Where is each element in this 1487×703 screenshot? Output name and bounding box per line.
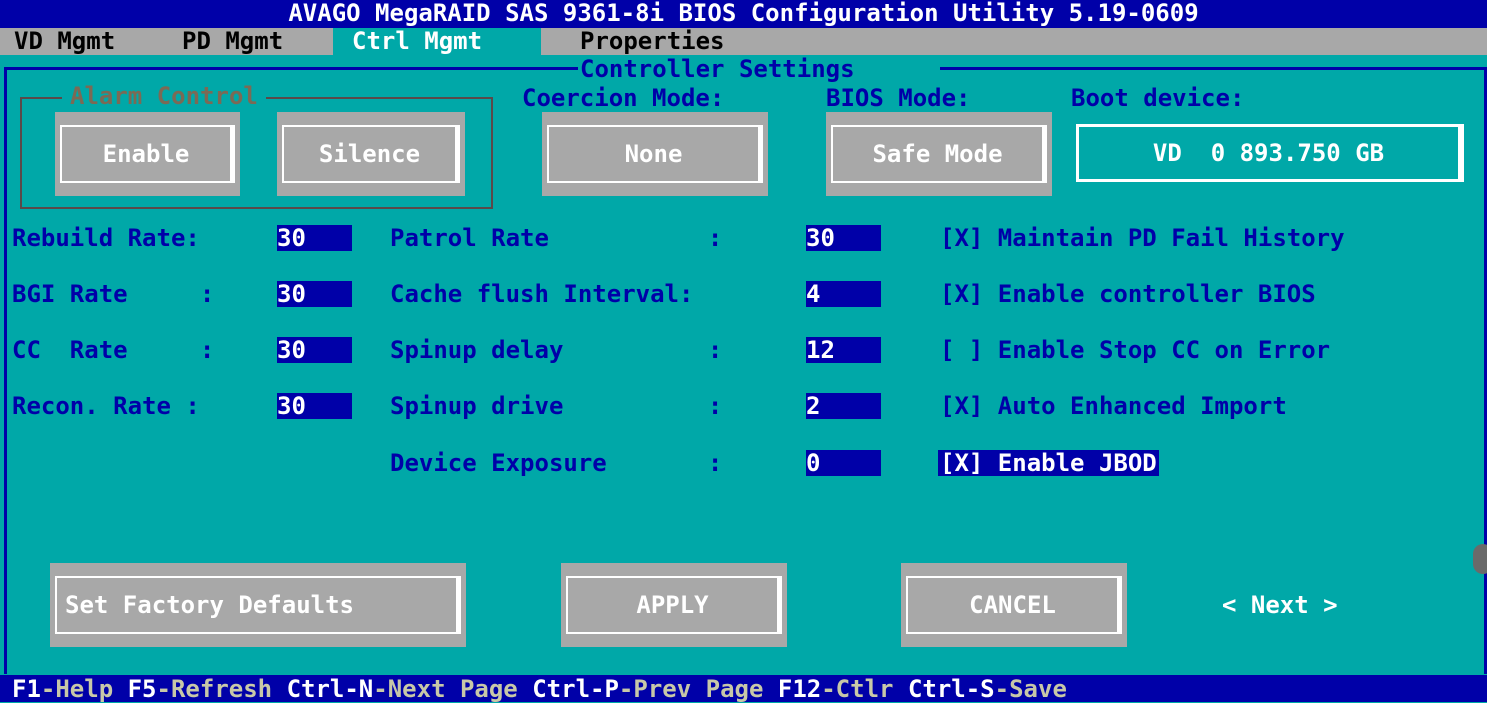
enable-stop-cc-on-error-checkbox[interactable]: [ ] Enable Stop CC on Error [940,338,1330,362]
footer-keys: F1-Help F5-Refresh Ctrl-N-Next Page Ctrl… [12,677,1067,701]
bgi-rate-label: BGI Rate : [12,280,215,308]
mouse-cursor-icon [1473,544,1487,574]
alarm-control-title: Alarm Control [62,84,266,108]
next-button[interactable]: < Next > [1222,593,1338,617]
footer-desc-save: -Save [994,675,1067,703]
footer-key-f12: F12 [777,675,822,703]
tab-properties[interactable]: Properties [580,29,725,53]
footer-desc-next-page: -Next Page [373,675,518,703]
rebuild-rate-label: Rebuild Rate: [12,224,200,252]
footer-key-ctrl-s: Ctrl-S [907,675,995,703]
footer-desc-prev-page: -Prev Page [618,675,764,703]
bios-mode-label: BIOS Mode: [826,84,971,112]
cache-flush-interval-label: Cache flush Interval: [390,280,694,308]
section-title: Controller Settings [580,55,855,83]
footer-key-ctrl-p: Ctrl-P [532,675,619,703]
footer-desc-refresh: -Refresh [156,675,273,703]
set-factory-defaults-button[interactable]: Set Factory Defaults [50,563,466,647]
bios-mode-button[interactable]: Safe Mode [826,112,1052,196]
bios-mode-value: Safe Mode [831,125,1047,183]
footer-key-f5: F5 [127,675,157,703]
boot-device-label: Boot device: [1071,84,1245,112]
auto-enhanced-import-checkbox[interactable]: [X] Auto Enhanced Import [940,394,1287,418]
coercion-mode-value: None [547,125,763,183]
footer-desc-ctlr: -Ctlr [821,675,894,703]
footer-key-f1: F1 [12,675,41,703]
coercion-mode-label: Coercion Mode: [522,84,725,112]
device-exposure-input[interactable]: 0 [806,450,881,476]
patrol-rate-input[interactable]: 30 [806,225,881,251]
recon-rate-input[interactable]: 30 [277,393,352,419]
enable-controller-bios-checkbox[interactable]: [X] Enable controller BIOS [940,282,1316,306]
spinup-delay-input[interactable]: 12 [806,337,881,363]
spinup-drive-input[interactable]: 2 [806,393,881,419]
apply-label: APPLY [566,576,782,634]
enable-jbod-checkbox[interactable]: [X] Enable JBOD [938,450,1159,476]
frame-border-top-right [940,67,1487,70]
tab-ctrl-mgmt[interactable]: Ctrl Mgmt [352,29,482,53]
coercion-mode-button[interactable]: None [542,112,768,196]
device-exposure-label: Device Exposure : [390,449,723,477]
spinup-drive-label: Spinup drive : [390,392,723,420]
bgi-rate-input[interactable]: 30 [277,281,352,307]
tab-vd-mgmt[interactable]: VD Mgmt [14,29,115,53]
cc-rate-label: CC Rate : [12,336,215,364]
alarm-enable-button[interactable]: Enable [55,112,240,196]
frame-border-top-left [4,67,578,70]
frame-border-left [4,68,7,674]
patrol-rate-label: Patrol Rate : [390,224,723,252]
apply-button[interactable]: APPLY [561,563,787,647]
app-title: AVAGO MegaRAID SAS 9361-8i BIOS Configur… [288,0,1199,27]
tab-pd-mgmt[interactable]: PD Mgmt [182,29,283,53]
cancel-button[interactable]: CANCEL [901,563,1127,647]
alarm-silence-label: Silence [282,125,460,183]
alarm-enable-label: Enable [60,125,235,183]
alarm-silence-button[interactable]: Silence [277,112,465,196]
rebuild-rate-input[interactable]: 30 [277,225,352,251]
cc-rate-input[interactable]: 30 [277,337,352,363]
cache-flush-interval-input[interactable]: 4 [806,281,881,307]
maintain-pd-fail-history-checkbox[interactable]: [X] Maintain PD Fail History [940,226,1345,250]
spinup-delay-label: Spinup delay : [390,336,723,364]
recon-rate-label: Recon. Rate : [12,392,200,420]
set-factory-defaults-label: Set Factory Defaults [55,576,461,634]
footer-desc-help: -Help [40,675,114,703]
footer-key-ctrl-n: Ctrl-N [286,675,374,703]
boot-device-button[interactable]: VD 0 893.750 GB [1076,124,1464,182]
cancel-label: CANCEL [906,576,1122,634]
